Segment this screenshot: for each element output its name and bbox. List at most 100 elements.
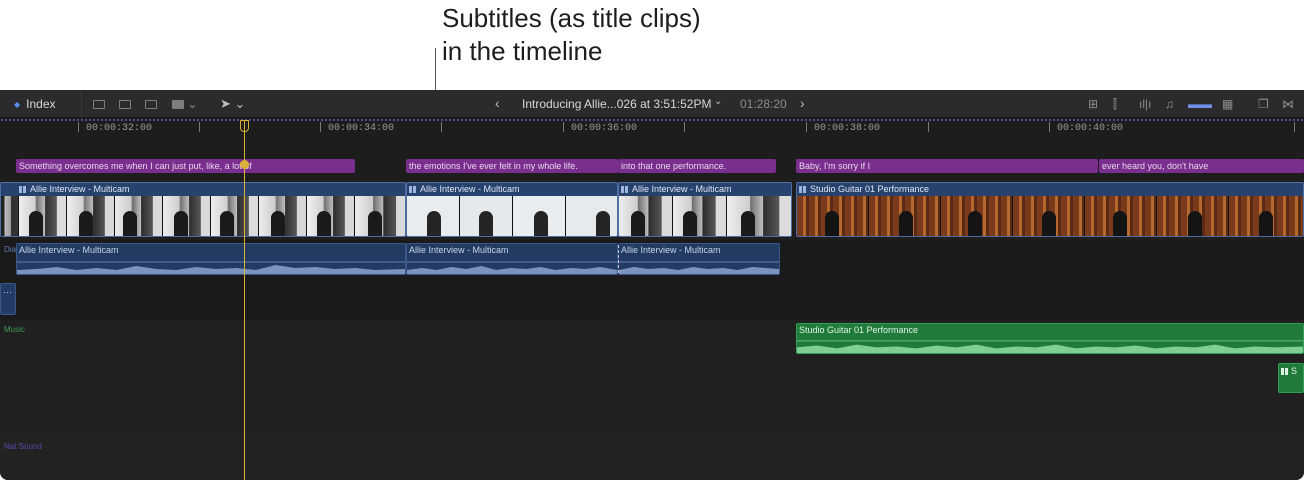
clip-title: S	[1291, 366, 1298, 376]
multicam-icon	[409, 186, 416, 193]
inspector-toggle-icon[interactable]: ⋈	[1282, 96, 1294, 112]
ruler-tick	[199, 122, 200, 132]
project-title[interactable]: Introducing Allie...026 at 3:51:52PM	[522, 97, 711, 111]
subtitle-clip[interactable]: Something overcomes me when I can just p…	[16, 159, 355, 173]
audio-clip[interactable]: Allie Interview - Multicam	[618, 243, 780, 275]
video-thumbnail	[727, 196, 791, 236]
subtitle-clip[interactable]: ever heard you, don't have	[1099, 159, 1304, 173]
video-thumbnail	[1229, 196, 1303, 236]
video-thumbnail	[1013, 196, 1085, 236]
video-clip[interactable]: Studio Guitar 01 Performance	[796, 182, 1304, 237]
ruler-tick	[78, 122, 79, 132]
multicam-icon	[799, 186, 806, 193]
video-thumbnail	[566, 196, 617, 236]
multicam-icon	[621, 186, 628, 193]
ruler-tick	[563, 122, 564, 132]
clip-appearance-icon[interactable]: ⊞	[1088, 96, 1098, 112]
audio-waveform	[619, 261, 779, 274]
clip-title: Allie Interview - Multicam	[621, 245, 721, 255]
video-thumbnail	[115, 196, 163, 236]
multicam-icon	[19, 186, 26, 193]
video-filmstrip	[1, 196, 405, 236]
index-label: Index	[26, 97, 56, 111]
headphones-icon[interactable]: ♫	[1165, 96, 1174, 112]
video-thumbnail	[1, 196, 19, 236]
playhead-handle[interactable]	[240, 120, 249, 132]
audio-waveform	[797, 340, 1303, 353]
video-thumbnail	[211, 196, 259, 236]
video-thumbnail	[307, 196, 355, 236]
audio-clip[interactable]: Allie Interview - Multicam	[16, 243, 406, 275]
music-lane-label: Music	[4, 325, 25, 334]
nat-sound-lane-label: Nat Sound	[4, 442, 42, 451]
video-thumbnail	[355, 196, 405, 236]
audio-clip[interactable]: Allie Interview - Multicam	[406, 243, 618, 275]
video-thumbnail	[407, 196, 460, 236]
audio-waveform	[17, 261, 405, 274]
project-duration: 01:28:20	[740, 97, 787, 111]
ruler-tick	[928, 122, 929, 132]
overwrite-clip-icon[interactable]: ⌄	[172, 96, 197, 112]
nat-sound-lane	[0, 435, 1304, 480]
chevron-down-icon[interactable]: ⌄	[714, 96, 722, 107]
forward-arrow-icon[interactable]: ›	[800, 95, 805, 111]
video-thumbnail	[163, 196, 211, 236]
select-tool-icon[interactable]: ➤ ⌄	[220, 96, 245, 112]
video-thumbnail	[941, 196, 1013, 236]
window-layout-icon[interactable]: ❐	[1258, 96, 1269, 112]
video-clip[interactable]: Allie Interview - Multicam	[0, 182, 406, 237]
subtitle-clip[interactable]: into that one performance.	[618, 159, 776, 173]
video-thumbnail	[869, 196, 941, 236]
ruler-timecode: 00:00:38:00	[814, 123, 881, 134]
clip-title: Allie Interview - Multicam	[409, 245, 509, 255]
video-clip[interactable]: Allie Interview - Multicam	[618, 182, 792, 237]
video-thumbnail	[1157, 196, 1229, 236]
ruler-tick	[684, 122, 685, 132]
append-clip-icon[interactable]	[145, 96, 157, 112]
timeline-ruler[interactable]: 00:00:32:00 00:00:34:00 00:00:36:00 00:0…	[0, 118, 1304, 140]
subtitle-clip[interactable]: Baby, I'm sorry if I	[796, 159, 1098, 173]
ruler-tick	[1049, 122, 1050, 132]
film-strip-icon[interactable]: ▦	[1222, 96, 1233, 112]
index-button[interactable]: ◆ Index	[8, 90, 82, 118]
skimming-icon[interactable]: ⫿	[1113, 96, 1117, 112]
video-thumbnail	[19, 196, 67, 236]
snapping-icon[interactable]: ▬▬	[1188, 96, 1212, 112]
ruler-timecode: 00:00:32:00	[86, 123, 153, 134]
ruler-range-dots	[0, 119, 1304, 121]
diamond-icon: ◆	[14, 99, 21, 109]
video-filmstrip	[619, 196, 791, 236]
back-arrow-icon[interactable]: ‹	[495, 95, 500, 111]
annotation-callout: Subtitles (as title clips) in the timeli…	[442, 2, 701, 68]
callout-line-1: Subtitles (as title clips)	[442, 3, 701, 33]
video-thumbnail	[460, 196, 513, 236]
subtitle-clip[interactable]: the emotions I've ever felt in my whole …	[406, 159, 618, 173]
video-thumbnail	[67, 196, 115, 236]
small-music-clip[interactable]: S	[1278, 363, 1304, 393]
clip-title: Studio Guitar 01 Performance	[799, 325, 919, 335]
video-thumbnail	[797, 196, 869, 236]
video-thumbnail	[673, 196, 727, 236]
multicam-icon	[1281, 368, 1288, 375]
music-clip[interactable]: Studio Guitar 01 Performance	[796, 323, 1304, 354]
video-thumbnail	[619, 196, 673, 236]
audio-clip-stub[interactable]: ···	[0, 283, 16, 315]
playhead[interactable]	[244, 120, 245, 480]
video-thumbnail	[259, 196, 307, 236]
clip-title: Allie Interview - Multicam	[632, 184, 732, 194]
video-clip[interactable]: Allie Interview - Multicam	[406, 182, 618, 237]
timeline-window: ◆ Index ⌄ ➤ ⌄ ‹ Introducing Allie...026 …	[0, 90, 1304, 480]
callout-line-2: in the timeline	[442, 36, 603, 66]
insert-clip-icon[interactable]	[119, 96, 131, 112]
video-filmstrip	[797, 196, 1303, 236]
timeline-toolbar: ◆ Index ⌄ ➤ ⌄ ‹ Introducing Allie...026 …	[0, 90, 1304, 118]
connect-clip-icon[interactable]	[93, 96, 105, 112]
video-thumbnail	[1085, 196, 1157, 236]
audio-skimming-icon[interactable]: ıl|ı	[1139, 96, 1151, 112]
video-filmstrip	[407, 196, 617, 236]
ruler-tick	[320, 122, 321, 132]
playhead-marker	[240, 160, 249, 169]
clip-ellipsis: ···	[3, 287, 12, 297]
ruler-tick	[806, 122, 807, 132]
ruler-tick	[441, 122, 442, 132]
